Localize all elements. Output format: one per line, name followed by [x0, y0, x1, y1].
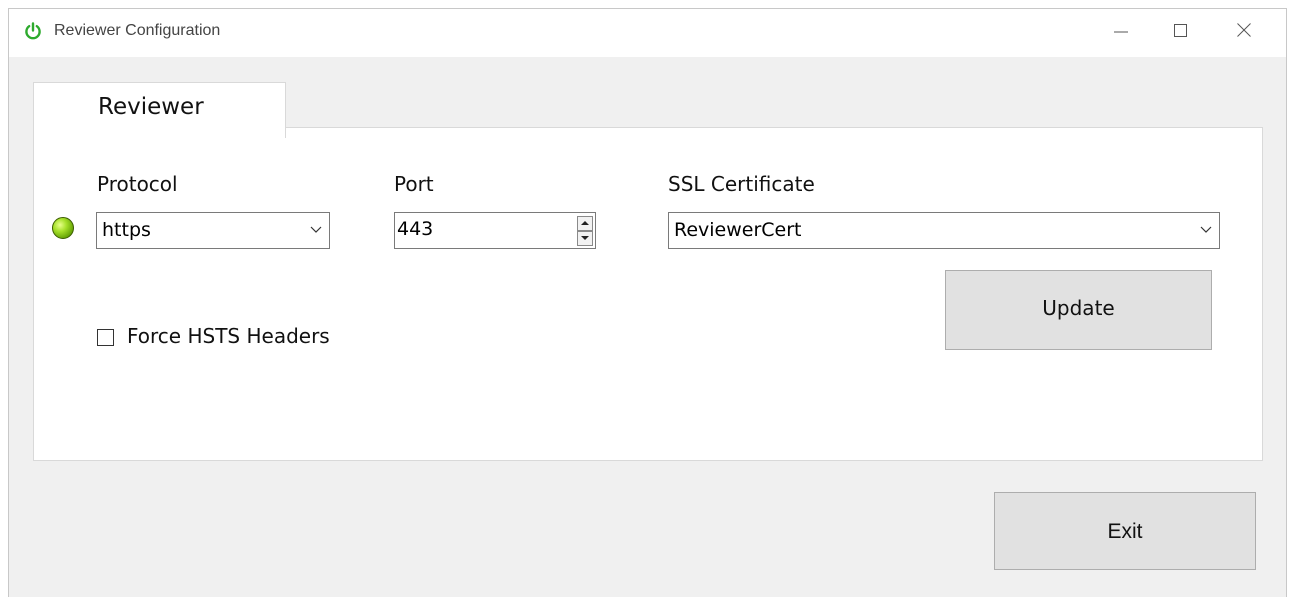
ssl-certificate-select[interactable]: ReviewerCert [668, 212, 1220, 249]
force-hsts-checkbox[interactable] [97, 329, 114, 346]
close-icon [1237, 23, 1251, 37]
ssl-certificate-value: ReviewerCert [674, 219, 802, 241]
protocol-select[interactable]: https [96, 212, 330, 249]
caret-up-icon [581, 221, 589, 225]
power-icon [25, 22, 41, 40]
exit-button[interactable]: Exit [994, 492, 1256, 570]
maximize-icon [1174, 24, 1187, 37]
status-indicator-light [52, 217, 74, 239]
caret-down-icon [581, 236, 589, 240]
minimize-icon [1114, 31, 1128, 33]
port-spinner-arrows [577, 216, 593, 246]
force-hsts-label[interactable]: Force HSTS Headers [127, 324, 330, 348]
port-decrement-button[interactable] [577, 231, 593, 246]
window-title: Reviewer Configuration [54, 22, 221, 39]
protocol-value: https [102, 219, 151, 241]
chevron-down-icon [310, 226, 322, 233]
update-button[interactable]: Update [945, 270, 1212, 350]
port-increment-button[interactable] [577, 216, 593, 231]
port-label: Port [394, 172, 434, 196]
maximize-button[interactable] [1154, 9, 1208, 53]
tab-reviewer-label: Reviewer [98, 94, 204, 120]
chevron-down-icon [1200, 226, 1212, 233]
app-window: Reviewer Configuration Reviewer Protocol… [8, 8, 1287, 597]
minimize-button[interactable] [1094, 9, 1148, 53]
ssl-certificate-label: SSL Certificate [668, 172, 815, 196]
protocol-label: Protocol [97, 172, 178, 196]
title-bar: Reviewer Configuration [9, 9, 1286, 57]
port-value: 443 [397, 218, 434, 240]
tab-reviewer[interactable]: Reviewer [33, 82, 286, 138]
close-button[interactable] [1217, 9, 1271, 53]
port-spinner[interactable]: 443 [394, 212, 596, 249]
